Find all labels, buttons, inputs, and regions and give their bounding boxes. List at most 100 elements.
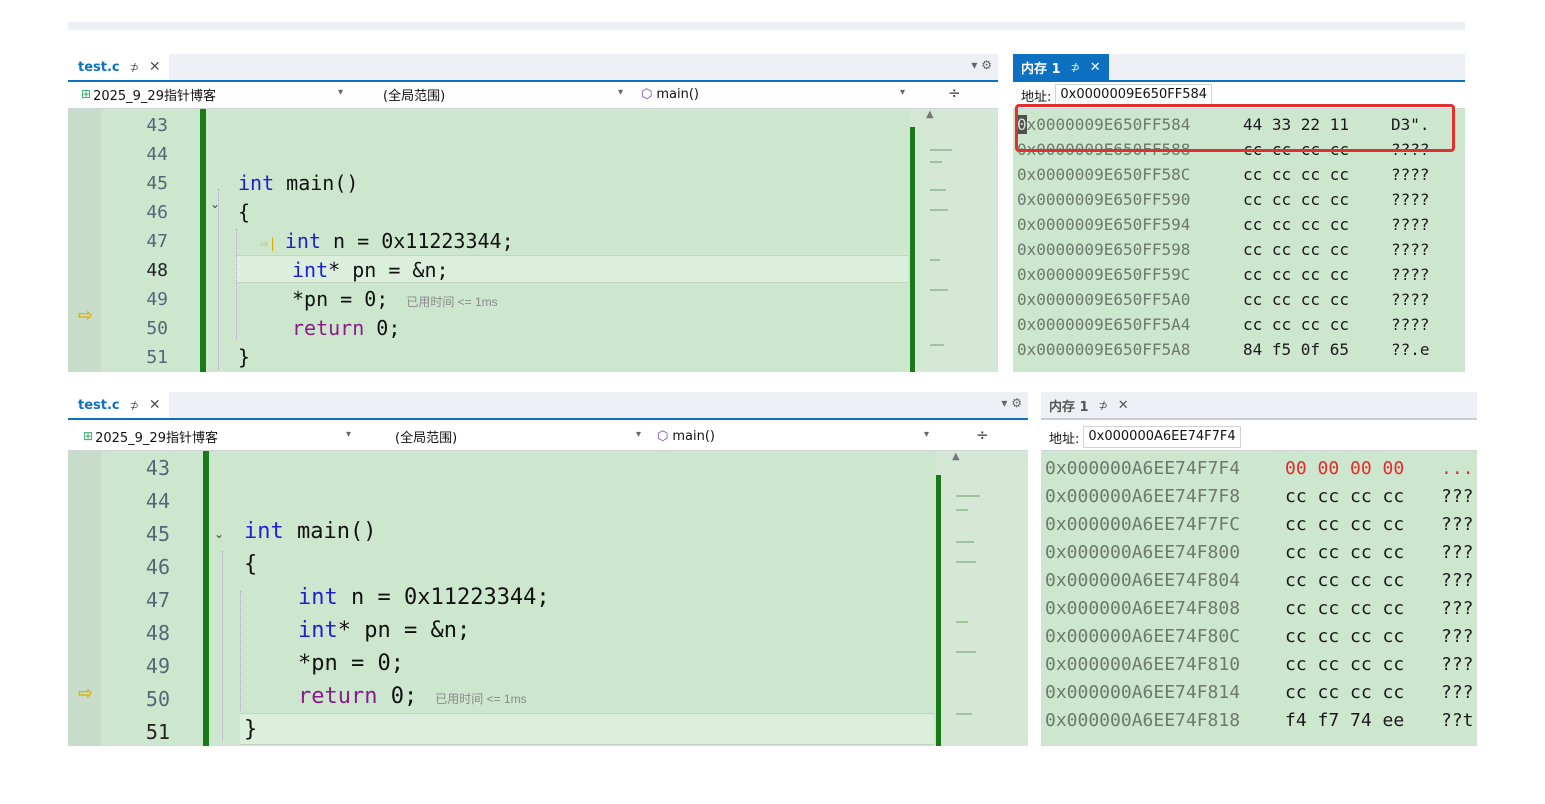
chevron-down-icon[interactable]: ▾ [971,58,977,72]
row-bytes[interactable]: cc cc cc cc [1285,539,1441,567]
address-input[interactable]: 0x000000A6EE74F7F4 [1083,426,1241,448]
chevron-down-icon: ▾ [617,87,623,98]
code-line-51[interactable]: } [244,717,257,742]
gear-icon[interactable]: ⚙ [981,58,992,72]
close-icon[interactable]: ✕ [1118,398,1129,413]
code-line-47[interactable]: ⇨| int n = 0x11223344; [260,229,514,253]
row-bytes[interactable]: cc cc cc cc [1243,312,1391,337]
memory-row[interactable]: 0x000000A6EE74F800 cc cc cc cc??? [1045,539,1474,567]
code-editor[interactable]: ⇨ ⌄ 43 44 45 46 47 48 49 50 51 int main(… [68,109,998,372]
code-line-45[interactable]: int main() [238,171,358,195]
chevron-down-icon[interactable]: ▾ [1001,396,1007,410]
row-bytes[interactable]: cc cc cc cc [1285,651,1441,679]
pin-icon[interactable]: ⊅ [130,399,139,412]
row-bytes[interactable]: cc cc cc cc [1243,212,1391,237]
scroll-up-icon[interactable]: ▲ [952,451,960,462]
row-bytes[interactable]: cc cc cc cc [1243,237,1391,262]
pin-icon[interactable]: ⊅ [1071,61,1080,74]
memory-row[interactable]: 0x000000A6EE74F804 cc cc cc cc??? [1045,567,1474,595]
project-dropdown[interactable]: ⊞ 2025_9_29指针博客 ▾ [76,426,358,446]
memory-grid[interactable]: 0x000000A6EE74F7F4 00 00 00 00... 0x00000… [1041,451,1477,746]
code-line-49[interactable]: *pn = 0; 已用时间 <= 1ms [292,287,498,311]
debug-screenshot-after: test.c ⊅ ✕ ▾ ⚙ ⊞ 2025_9_29指针博客 ▾ (全局范围) … [68,374,1477,746]
row-bytes[interactable]: cc cc cc cc [1243,287,1391,312]
row-bytes[interactable]: f4 f7 74 ee [1285,707,1441,735]
memory-row[interactable]: 0x000000A6EE74F80C cc cc cc cc??? [1045,623,1474,651]
close-icon[interactable]: ✕ [1090,60,1101,75]
tab-memory-1[interactable]: 内存 1 ⊅ ✕ [1013,54,1109,80]
code-editor[interactable]: ⇨ ⌄ 43 44 45 46 47 48 49 50 51 int main(… [68,451,1028,746]
code-line-49[interactable]: *pn = 0; [298,651,404,676]
memory-row[interactable]: 0x000000A6EE74F7FC cc cc cc cc??? [1045,511,1474,539]
memory-row[interactable]: 0x000000A6EE74F810 cc cc cc cc??? [1045,651,1474,679]
row-bytes[interactable]: cc cc cc cc [1243,262,1391,287]
editor-tab-bar: test.c ⊅ ✕ ▾ ⚙ [68,392,1028,420]
memory-row[interactable]: 0x000000A6EE74F808 cc cc cc cc??? [1045,595,1474,623]
scroll-thumb[interactable] [910,127,915,372]
memory-row[interactable]: 0x0000009E650FF5A8 84 f5 0f 65 ??.e [1017,337,1430,362]
row-ascii: ???? [1391,265,1430,284]
tab-tools[interactable]: ▾ ⚙ [971,58,992,72]
close-icon[interactable]: ✕ [149,59,161,75]
scroll-map[interactable]: ▲ [910,109,998,372]
tab-test-c[interactable]: test.c ⊅ ✕ [68,392,169,418]
memory-row[interactable]: 0x000000A6EE74F814 cc cc cc cc??? [1045,679,1474,707]
instruction-pointer-icon[interactable]: ⇨ [78,305,93,326]
pin-icon[interactable]: ⊅ [1099,399,1108,412]
memory-row[interactable]: 0x000000A6EE74F7F8 cc cc cc cc??? [1045,483,1474,511]
code-line-45[interactable]: int main() [244,519,376,544]
row-bytes[interactable]: cc cc cc cc [1285,595,1441,623]
row-bytes[interactable]: cc cc cc cc [1243,162,1391,187]
memory-row[interactable]: 0x0000009E650FF590 cc cc cc cc???? [1017,187,1430,212]
gear-icon[interactable]: ⚙ [1011,396,1022,410]
row-bytes[interactable]: cc cc cc cc [1243,187,1391,212]
tab-memory-1[interactable]: 内存 1 ⊅ ✕ [1041,392,1137,418]
run-to-here-icon[interactable]: ⇨| [260,236,277,252]
memory-row[interactable]: 0x0000009E650FF59C cc cc cc cc???? [1017,262,1430,287]
code-line-47[interactable]: int n = 0x11223344; [298,585,550,610]
project-dropdown[interactable]: ⊞ 2025_9_29指针博客 ▾ [74,84,350,104]
memory-row[interactable]: 0x0000009E650FF598 cc cc cc cc???? [1017,237,1430,262]
fold-toggle-icon[interactable]: ⌄ [210,197,220,211]
pin-icon[interactable]: ⊅ [130,61,139,74]
code-line-50[interactable]: return 0; [292,316,400,340]
scroll-thumb[interactable] [936,475,941,746]
row-ascii: ???? [1391,315,1430,334]
code-line-48[interactable]: int* pn = &n; [292,258,449,282]
tab-tools[interactable]: ▾ ⚙ [1001,396,1022,410]
memory-row[interactable]: 0x000000A6EE74F818 f4 f7 74 ee ??t [1045,707,1474,735]
row-bytes[interactable]: cc cc cc cc [1285,679,1441,707]
row-bytes-changed[interactable]: 00 00 00 00 [1285,455,1441,483]
memory-row[interactable]: 0x0000009E650FF5A4 cc cc cc cc???? [1017,312,1430,337]
memory-row[interactable]: 0x0000009E650FF594 cc cc cc cc???? [1017,212,1430,237]
scroll-up-icon[interactable]: ▲ [926,109,934,120]
tab-test-c[interactable]: test.c ⊅ ✕ [68,54,169,80]
code-line-50[interactable]: return 0; 已用时间 <= 1ms [298,684,527,709]
row-bytes[interactable]: 84 f5 0f 65 [1243,337,1391,362]
code-line-46[interactable]: { [238,200,250,224]
row-bytes[interactable]: cc cc cc cc [1285,567,1441,595]
function-dropdown[interactable]: ⬡ main() ▾ [634,84,912,104]
row-bytes[interactable]: cc cc cc cc [1285,483,1441,511]
close-icon[interactable]: ✕ [149,397,161,413]
row-ascii: ???? [1391,240,1430,259]
scope-dropdown[interactable]: (全局范围) ▾ [366,426,648,446]
row-bytes[interactable]: cc cc cc cc [1285,511,1441,539]
instruction-pointer-icon[interactable]: ⇨ [78,683,93,704]
memory-row[interactable]: 0x000000A6EE74F7F4 00 00 00 00... [1045,455,1474,483]
code-line-46[interactable]: { [244,552,257,577]
row-bytes[interactable]: cc cc cc cc [1285,623,1441,651]
code-line-51[interactable]: } [238,345,250,369]
split-view-icon[interactable]: ÷ [948,84,961,102]
function-dropdown[interactable]: ⬡ main() ▾ [650,426,936,446]
split-view-icon[interactable]: ÷ [976,426,989,444]
breakpoint-gutter[interactable] [68,109,101,372]
fold-toggle-icon[interactable]: ⌄ [214,527,224,541]
memory-row[interactable]: 0x0000009E650FF58C cc cc cc cc???? [1017,162,1430,187]
code-line-48[interactable]: int* pn = &n; [298,618,470,643]
scroll-map[interactable]: ▲ [936,451,1028,746]
address-input[interactable]: 0x0000009E650FF584 [1055,84,1213,106]
row-ascii: ???? [1391,290,1430,309]
scope-dropdown[interactable]: (全局范围) ▾ [358,84,630,104]
memory-row[interactable]: 0x0000009E650FF5A0 cc cc cc cc???? [1017,287,1430,312]
